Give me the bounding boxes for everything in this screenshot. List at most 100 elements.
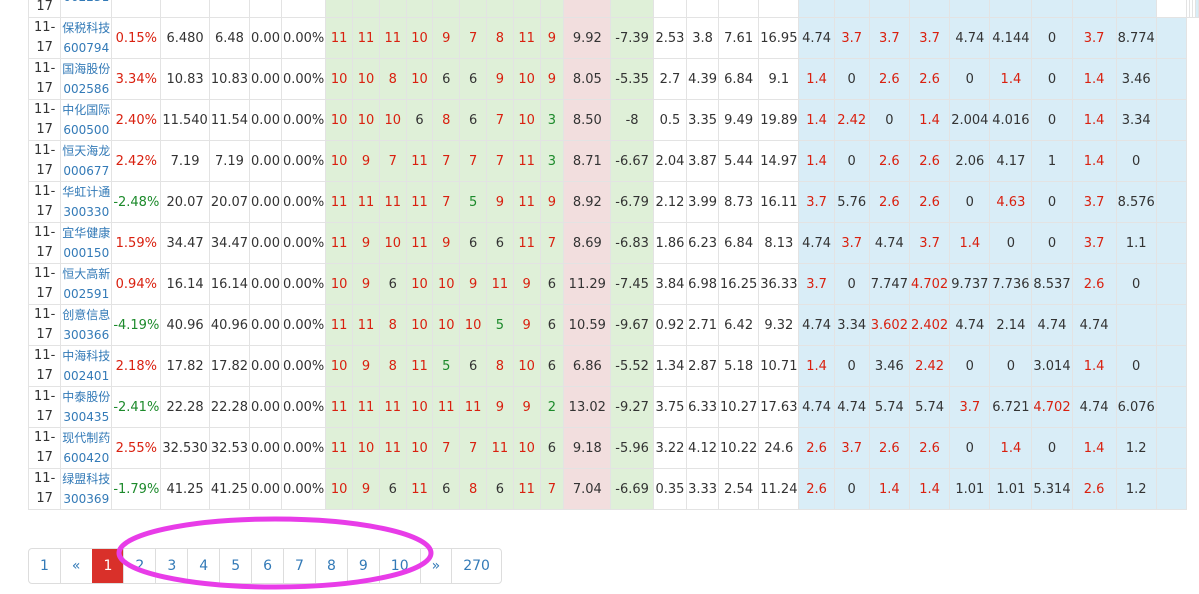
data-cell-16: -7.39 — [610, 17, 654, 59]
data-cell-2: 17.82 — [160, 345, 210, 387]
next-page-button[interactable]: » — [419, 549, 452, 583]
data-cell-4: 0.00 — [249, 263, 282, 305]
stock-code-link[interactable]: 002401 — [63, 369, 109, 383]
stock-code-link[interactable]: 000150 — [63, 246, 109, 260]
stock-name-link[interactable]: 恒大高新 — [62, 267, 110, 281]
stock-name-link[interactable]: 现代制药 — [62, 431, 110, 445]
stock-code-link[interactable]: 300369 — [63, 492, 109, 506]
data-cell-12: 6 — [485, 222, 514, 264]
data-cell-24: 2.6 — [908, 140, 951, 182]
data-cell-11 — [459, 0, 487, 18]
data-cell-5: 0.00% — [280, 304, 327, 346]
data-cell-13: 10 — [512, 99, 541, 141]
stock-name-link[interactable]: 创意信息 — [62, 308, 110, 322]
table-row: 11- 17 宜华健康 000150 1.59% 34.47 34.47 0.00 0.00% 1… — [27, 222, 1199, 264]
page-link-current[interactable]: 1 — [91, 549, 124, 583]
data-cell-15: 13.02 — [563, 386, 612, 428]
data-cell-7: 9 — [352, 263, 380, 305]
last-page-button[interactable]: 270 — [451, 549, 501, 583]
data-cell-1: 0.94% — [111, 263, 162, 305]
data-cell-17: 0.92 — [652, 304, 688, 346]
data-cell-15: 7.04 — [563, 468, 612, 510]
data-cell-14: 9 — [539, 58, 565, 100]
data-cell-11: 6 — [459, 345, 487, 387]
data-cell-29: 8.774 — [1115, 17, 1157, 59]
data-cell-12: 7 — [485, 140, 514, 182]
date-part: 17 — [36, 450, 53, 465]
data-cell-21: 3.7 — [798, 263, 835, 305]
data-cell-9: 10 — [405, 17, 434, 59]
data-cell-28: 4.74 — [1071, 304, 1117, 346]
stock-name-link[interactable]: 中海科技 — [62, 349, 110, 363]
data-cell-10: 9 — [432, 17, 461, 59]
stock-name-link[interactable]: 国海股份 — [62, 62, 110, 76]
data-cell-28: 1.4 — [1071, 140, 1117, 182]
page-link-10[interactable]: 10 — [378, 549, 420, 583]
data-cell-12: 8 — [485, 17, 514, 59]
stock-code-link[interactable]: 300366 — [63, 328, 109, 342]
data-cell-6: 10 — [325, 140, 354, 182]
stock-code-link[interactable]: 002586 — [63, 82, 109, 96]
stock-code-link[interactable]: 002591 — [63, 287, 109, 301]
date-cell: 11-17 — [27, 181, 62, 223]
data-cell-2: 22.28 — [160, 386, 210, 428]
data-cell-14: 7 — [539, 222, 565, 264]
prev-page-button[interactable]: « — [59, 549, 92, 583]
data-cell-17: 0.35 — [652, 468, 688, 510]
page-link-4[interactable]: 4 — [187, 549, 219, 583]
data-cell-7: 11 — [352, 386, 380, 428]
data-cell-19: 10.22 — [718, 427, 760, 469]
data-cell-23: 3.602 — [868, 304, 910, 346]
date-part: 11- — [34, 307, 56, 322]
stock-code-link[interactable]: 600500 — [63, 123, 109, 137]
stock-name-link[interactable]: 恒天海龙 — [62, 144, 110, 158]
data-cell-5: 0.00% — [280, 181, 327, 223]
stock-name-link[interactable]: 华虹计通 — [62, 185, 110, 199]
data-cell-14: 3 — [539, 140, 565, 182]
data-cell-4: 0.00 — [249, 427, 282, 469]
data-cell-29: 1.2 — [1115, 468, 1157, 510]
data-cell-26: 1.01 — [989, 468, 1033, 510]
data-cell-22: 2.42 — [833, 99, 870, 141]
stock-code-link[interactable]: 600420 — [63, 451, 109, 465]
stock-code-link[interactable]: 000677 — [63, 164, 109, 178]
data-cell-18: 6.33 — [686, 386, 720, 428]
page-link-8[interactable]: 8 — [314, 549, 347, 583]
data-cell-23: 2.6 — [868, 58, 910, 100]
data-cell-10: 10 — [432, 304, 461, 346]
data-cell-17: 2.53 — [652, 17, 688, 59]
data-cell-22: 3.7 — [833, 17, 870, 59]
stock-name-link[interactable]: 保税科技 — [62, 21, 110, 35]
page-link-3[interactable]: 3 — [155, 549, 187, 583]
stock-name-cell: 现代制药 600420 — [60, 427, 113, 469]
stock-code-link[interactable]: 300435 — [63, 410, 109, 424]
stock-code-link[interactable]: 300330 — [63, 205, 109, 219]
data-cell-2: 41.25 — [160, 468, 210, 510]
stock-name-link[interactable]: 中化国际 — [62, 103, 110, 117]
page-link-5[interactable]: 5 — [219, 549, 251, 583]
data-cell-16: -6.67 — [610, 140, 654, 182]
stock-name-link[interactable]: 绿盟科技 — [62, 472, 110, 486]
data-cell-21: 2.6 — [798, 468, 835, 510]
data-cell-18: 3.99 — [686, 181, 720, 223]
data-cell-16 — [610, 0, 654, 18]
page-link-7[interactable]: 7 — [283, 549, 315, 583]
stock-code-link[interactable]: 002231 — [63, 0, 109, 4]
date-part: 11- — [34, 184, 56, 199]
data-cell-1: 1.59% — [111, 222, 162, 264]
data-cell-7: 10 — [352, 99, 380, 141]
stock-code-link[interactable]: 600794 — [63, 41, 109, 55]
date-part: 11- — [34, 20, 56, 35]
stock-name-link[interactable]: 中泰股份 — [62, 390, 110, 404]
date-part: 17 — [36, 327, 53, 342]
page-link-2[interactable]: 2 — [123, 549, 155, 583]
data-cell-19: 9.49 — [718, 99, 760, 141]
page-link-6[interactable]: 6 — [251, 549, 283, 583]
page-link-9[interactable]: 9 — [346, 549, 379, 583]
data-cell-1: 2.40% — [111, 99, 162, 141]
first-page-button[interactable]: 1 — [29, 549, 60, 583]
data-cell-29: 3.34 — [1115, 99, 1157, 141]
stock-name-link[interactable]: 宜华健康 — [62, 226, 110, 240]
data-cell-28: 2.6 — [1071, 263, 1117, 305]
table-row: 11- 17 华虹计通 300330 -2.48% 20.07 20.07 0.00 0.00%… — [27, 181, 1199, 223]
